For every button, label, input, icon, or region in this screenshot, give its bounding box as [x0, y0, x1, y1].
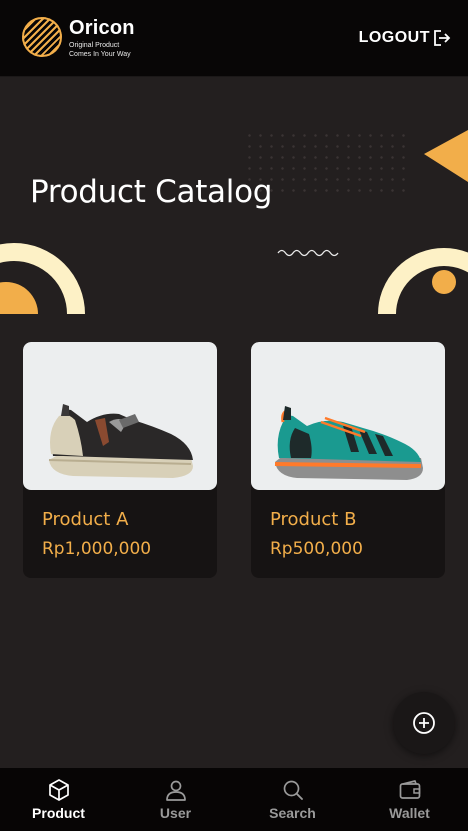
shoe-illustration — [274, 406, 423, 480]
add-product-button[interactable] — [393, 692, 455, 754]
page-title: Product Catalog — [30, 174, 273, 210]
logout-icon — [434, 30, 451, 46]
logout-label: LOGOUT — [358, 29, 430, 46]
logout-button[interactable]: LOGOUT — [359, 29, 452, 47]
plus-circle-icon — [413, 712, 435, 734]
nav-item-user[interactable]: User — [117, 768, 234, 831]
nav-label: Product — [32, 805, 85, 821]
hero-banner: Product Catalog — [0, 78, 468, 314]
search-icon — [283, 780, 303, 800]
product-name: Product A — [42, 509, 129, 530]
product-image — [251, 342, 445, 490]
nav-label: Search — [269, 805, 316, 821]
brand-tagline-line-2: Comes In Your Way — [69, 51, 131, 58]
squiggle-decoration — [277, 249, 339, 257]
right-ring-decoration — [378, 248, 468, 314]
product-card-b[interactable]: Product B Rp500,000 — [251, 342, 445, 578]
brand-name: Oricon — [69, 17, 135, 39]
brand-tagline: Original Product Comes In Your Way — [69, 41, 131, 59]
nav-label: Wallet — [389, 805, 430, 821]
nav-item-search[interactable]: Search — [234, 768, 351, 831]
brand-tagline-line-1: Original Product — [69, 42, 120, 49]
left-orange-circle — [0, 282, 38, 314]
logo-mark-icon — [22, 17, 62, 57]
product-name: Product B — [270, 509, 357, 530]
product-price: Rp500,000 — [270, 539, 363, 559]
wallet-icon — [399, 780, 420, 799]
shoe-illustration — [48, 404, 193, 478]
user-icon — [165, 780, 186, 801]
bottom-navigation: Product User Search Wallet — [0, 768, 468, 831]
cube-icon — [48, 779, 69, 801]
nav-label: User — [159, 805, 192, 821]
product-price: Rp1,000,000 — [42, 539, 152, 559]
product-card-a[interactable]: Product A Rp1,000,000 — [23, 342, 217, 578]
product-catalog: Product A Rp1,000,000 Product B Rp500,00… — [0, 314, 468, 768]
triangle-decoration — [424, 130, 468, 182]
right-orange-dot — [432, 270, 456, 294]
nav-item-product[interactable]: Product — [0, 768, 117, 831]
app-header: Oricon Original Product Comes In Your Wa… — [0, 0, 468, 77]
nav-item-wallet[interactable]: Wallet — [351, 768, 468, 831]
product-image — [23, 342, 217, 490]
brand-logo[interactable]: Oricon Original Product Comes In Your Wa… — [22, 17, 182, 61]
